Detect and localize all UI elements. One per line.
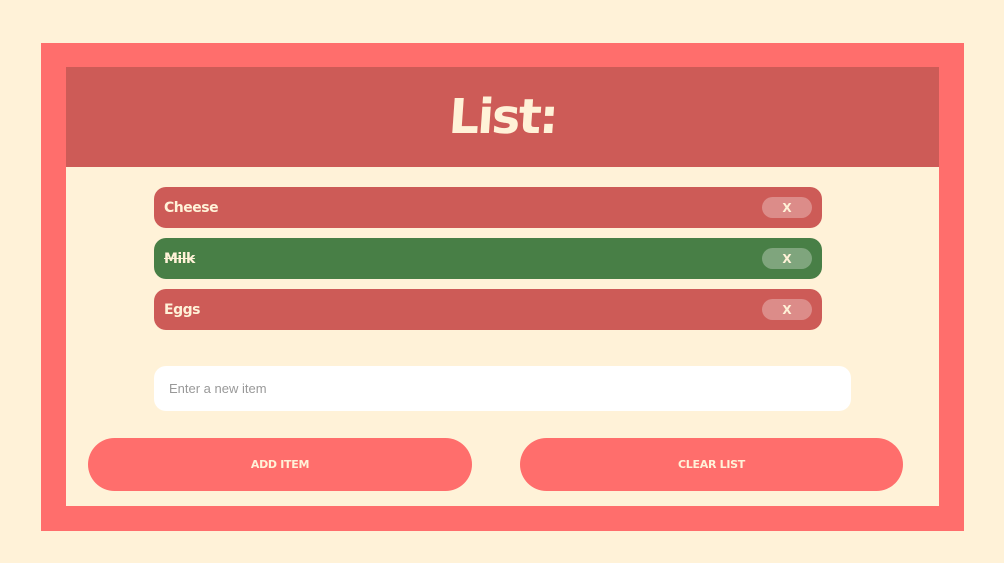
list-item[interactable]: Milk X: [154, 238, 822, 279]
list-item-label: Milk: [164, 250, 195, 267]
list-item-label: Eggs: [164, 301, 200, 318]
list-panel: List: Cheese X Milk X Eggs X ADD ITEM CL…: [66, 67, 939, 506]
page-title: List:: [446, 89, 559, 145]
app-frame: List: Cheese X Milk X Eggs X ADD ITEM CL…: [41, 43, 964, 531]
new-item-input[interactable]: [154, 366, 851, 411]
item-list: Cheese X Milk X Eggs X: [154, 187, 822, 340]
list-item-label: Cheese: [164, 199, 219, 216]
list-item[interactable]: Cheese X: [154, 187, 822, 228]
remove-item-button[interactable]: X: [762, 197, 812, 218]
add-item-button[interactable]: ADD ITEM: [88, 438, 472, 491]
header-bar: List:: [66, 67, 939, 167]
clear-list-button[interactable]: CLEAR LIST: [520, 438, 903, 491]
remove-item-button[interactable]: X: [762, 299, 812, 320]
remove-item-button[interactable]: X: [762, 248, 812, 269]
list-item[interactable]: Eggs X: [154, 289, 822, 330]
